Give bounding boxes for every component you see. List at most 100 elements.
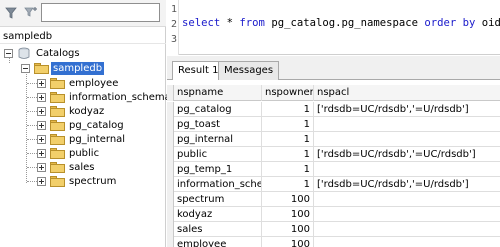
tree-node-label: employee <box>69 78 119 89</box>
expand-icon[interactable] <box>37 121 46 130</box>
grid-header-row: nspname nspowner nspacl <box>167 85 500 101</box>
result-grid[interactable]: nspname nspowner nspacl pg_catalog 1 ['r… <box>167 80 500 247</box>
row-selector[interactable] <box>167 177 174 192</box>
tree-line <box>27 125 37 126</box>
cell-nspowner[interactable]: 100 <box>262 222 314 237</box>
line-number: 2 <box>171 19 178 30</box>
tree-node-label: pg_internal <box>69 134 126 145</box>
cell-nspacl[interactable] <box>314 207 500 222</box>
folder-icon <box>50 148 65 159</box>
cell-nspname[interactable]: pg_toast <box>174 117 262 132</box>
navigator-filter-input[interactable] <box>41 3 160 22</box>
cell-nspowner[interactable]: 1 <box>262 132 314 147</box>
row-selector[interactable] <box>167 162 174 177</box>
cell-nspacl[interactable] <box>314 222 500 237</box>
filter-settings-icon[interactable] <box>24 5 38 19</box>
cell-nspname[interactable]: pg_catalog <box>174 102 262 117</box>
filter-icon[interactable] <box>5 6 17 20</box>
cell-nspname[interactable]: kodyaz <box>174 207 262 222</box>
row-selector-header[interactable] <box>167 85 174 101</box>
column-header-nspowner[interactable]: nspowner <box>262 85 314 101</box>
expand-icon[interactable] <box>37 177 46 186</box>
folder-icon <box>50 120 65 131</box>
row-selector[interactable] <box>167 192 174 207</box>
cell-nspacl[interactable] <box>314 192 500 207</box>
table-row[interactable]: pg_temp_1 1 <box>167 162 500 177</box>
cell-nspowner[interactable]: 100 <box>262 237 314 247</box>
row-selector[interactable] <box>167 147 174 162</box>
tree-line <box>27 167 37 168</box>
cell-nspowner[interactable]: 1 <box>262 147 314 162</box>
expand-icon[interactable] <box>37 149 46 158</box>
result-tab-bar: Result 1 Messages <box>167 56 500 81</box>
cell-nspacl[interactable]: ['rdsdb=UC/rdsdb','=U/rdsdb'] <box>314 177 500 192</box>
folder-icon <box>50 78 65 89</box>
tree-node-label: public <box>69 148 100 159</box>
cell-nspname[interactable]: pg_internal <box>174 132 262 147</box>
table-row[interactable]: sales 100 <box>167 222 500 237</box>
cell-nspname[interactable]: sales <box>174 222 262 237</box>
sql-token: pg_catalog.pg_namespace <box>264 17 425 29</box>
cell-nspowner[interactable]: 1 <box>262 177 314 192</box>
cell-nspowner[interactable]: 100 <box>262 207 314 222</box>
column-header-nspname[interactable]: nspname <box>174 85 262 101</box>
folder-icon <box>50 162 65 173</box>
expand-icon[interactable] <box>37 93 46 102</box>
tree-node-label: sales <box>69 162 95 173</box>
cell-nspacl[interactable] <box>314 237 500 247</box>
row-selector[interactable] <box>167 222 174 237</box>
tree-line <box>27 139 37 140</box>
table-row[interactable]: spectrum 100 <box>167 192 500 207</box>
collapse-icon[interactable] <box>4 49 13 58</box>
database-navigator-panel: sampledb Catalogs sampledb employee info… <box>0 0 171 247</box>
expand-icon[interactable] <box>37 135 46 144</box>
folder-icon <box>50 134 65 145</box>
tree-node-label: pg_catalog <box>69 120 124 131</box>
column-header-nspacl[interactable]: nspacl <box>314 85 500 101</box>
tree-node-label: sampledb <box>51 62 105 75</box>
expand-icon[interactable] <box>37 107 46 116</box>
cell-nspname[interactable]: public <box>174 147 262 162</box>
table-row[interactable]: pg_toast 1 <box>167 117 500 132</box>
sql-token: * <box>220 17 240 29</box>
tab-messages[interactable]: Messages <box>218 61 280 80</box>
tree-node-label: spectrum <box>69 176 117 187</box>
table-row[interactable]: pg_catalog 1 ['rdsdb=UC/rdsdb','=U/rdsdb… <box>167 102 500 117</box>
cell-nspacl[interactable] <box>314 132 500 147</box>
expand-icon[interactable] <box>37 79 46 88</box>
row-selector[interactable] <box>167 132 174 147</box>
cell-nspowner[interactable]: 1 <box>262 117 314 132</box>
database-label: sampledb <box>0 29 166 44</box>
row-selector[interactable] <box>167 237 174 247</box>
tree-line <box>27 83 37 84</box>
cell-nspname[interactable]: employee <box>174 237 262 247</box>
sql-token: oid; <box>481 17 500 29</box>
cell-nspacl[interactable] <box>314 162 500 177</box>
sql-statement[interactable]: select * from pg_catalog.pg_namespace or… <box>182 17 500 29</box>
collapse-icon[interactable] <box>21 64 30 73</box>
folder-open-icon <box>34 63 49 74</box>
cell-nspname[interactable]: pg_temp_1 <box>174 162 262 177</box>
cell-nspname[interactable]: information_schema <box>174 177 262 192</box>
row-selector[interactable] <box>167 117 174 132</box>
cell-nspacl[interactable] <box>314 117 500 132</box>
table-row[interactable]: kodyaz 100 <box>167 207 500 222</box>
row-selector[interactable] <box>167 102 174 117</box>
cell-nspowner[interactable]: 1 <box>262 102 314 117</box>
sql-keyword: order by <box>424 17 476 29</box>
line-number: 3 <box>171 34 178 45</box>
table-row[interactable]: pg_internal 1 <box>167 132 500 147</box>
cell-nspowner[interactable]: 100 <box>262 192 314 207</box>
tree-node-label: information_schema <box>69 92 171 103</box>
table-row[interactable]: employee 100 <box>167 237 500 247</box>
cell-nspacl[interactable]: ['rdsdb=UC/rdsdb','=UC/rdsdb'] <box>314 147 500 162</box>
cell-nspacl[interactable]: ['rdsdb=UC/rdsdb','=U/rdsdb'] <box>314 102 500 117</box>
expand-icon[interactable] <box>37 163 46 172</box>
table-row[interactable]: information_schema 1 ['rdsdb=UC/rdsdb','… <box>167 177 500 192</box>
row-selector[interactable] <box>167 207 174 222</box>
cell-nspname[interactable]: spectrum <box>174 192 262 207</box>
cell-nspowner[interactable]: 1 <box>262 162 314 177</box>
table-row[interactable]: public 1 ['rdsdb=UC/rdsdb','=UC/rdsdb'] <box>167 147 500 162</box>
sql-editor[interactable]: 1 2 3 select * from pg_catalog.pg_namesp… <box>167 0 500 55</box>
tab-result-1[interactable]: Result 1 <box>172 61 225 81</box>
